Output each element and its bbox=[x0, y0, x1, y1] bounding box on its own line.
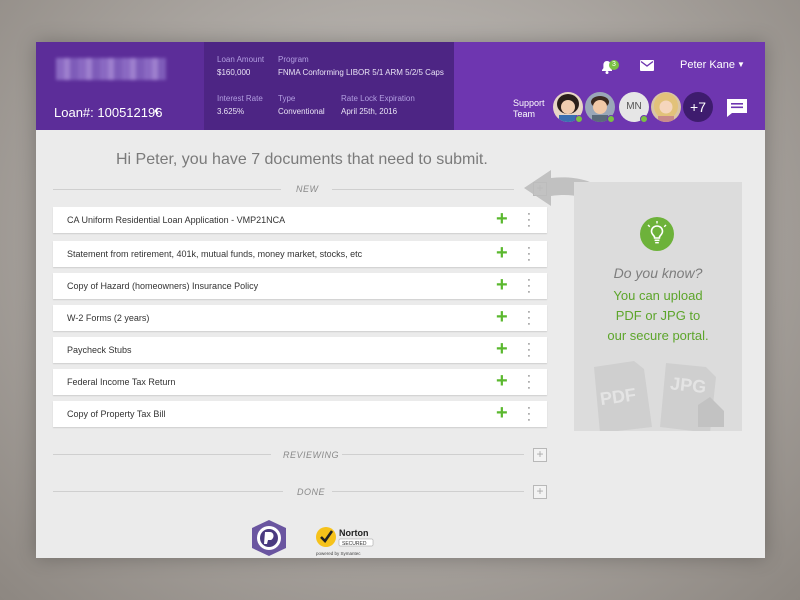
avatar[interactable] bbox=[651, 92, 681, 122]
more-options-icon[interactable]: · · · bbox=[525, 275, 533, 298]
document-title: W-2 Forms (2 years) bbox=[67, 313, 150, 323]
section-label-done: DONE bbox=[297, 487, 326, 497]
loan-number: Loan#: 100512196 bbox=[54, 105, 163, 120]
document-row[interactable]: Paycheck Stubs + · · · bbox=[53, 337, 547, 363]
divider bbox=[53, 454, 271, 455]
norton-secured-text: SECURED bbox=[342, 541, 367, 547]
divider bbox=[332, 189, 514, 190]
online-status-dot bbox=[640, 115, 648, 123]
caret-down-icon[interactable]: ▼ bbox=[737, 60, 745, 69]
add-document-icon[interactable]: + bbox=[496, 338, 508, 360]
document-title: Federal Income Tax Return bbox=[67, 377, 176, 387]
document-row[interactable]: Copy of Property Tax Bill + · · · bbox=[53, 401, 547, 427]
chevron-left-icon[interactable]: ‹ bbox=[154, 102, 159, 120]
type-value: Conventional bbox=[278, 107, 325, 116]
loan-amount-value: $160,000 bbox=[217, 68, 251, 77]
header: Loan#: 100512196 ‹ Loan Amount $160,000 … bbox=[36, 42, 765, 130]
expand-done-button[interactable]: + bbox=[533, 485, 547, 499]
norton-secured-badge: Norton SECURED powered by Symantec bbox=[314, 524, 378, 558]
expand-reviewing-button[interactable]: + bbox=[533, 448, 547, 462]
more-team-members-button[interactable]: +7 bbox=[683, 92, 713, 122]
add-document-icon[interactable]: + bbox=[496, 370, 508, 392]
app-frame: Loan#: 100512196 ‹ Loan Amount $160,000 … bbox=[36, 42, 765, 558]
rate-lock-info: Rate Lock Expiration April 25th, 2016 bbox=[341, 94, 415, 116]
add-document-icon[interactable]: + bbox=[496, 208, 508, 230]
document-title: CA Uniform Residential Loan Application … bbox=[67, 215, 286, 225]
document-row[interactable]: W-2 Forms (2 years) + · · · bbox=[53, 305, 547, 331]
divider bbox=[332, 491, 524, 492]
document-row[interactable]: Statement from retirement, 401k, mutual … bbox=[53, 241, 547, 267]
interest-rate-value: 3.625% bbox=[217, 107, 245, 116]
rate-lock-value: April 25th, 2016 bbox=[341, 107, 398, 116]
type-info: Type Conventional bbox=[278, 94, 325, 116]
more-options-icon[interactable]: · · · bbox=[525, 371, 533, 394]
tip-line: our secure portal. bbox=[607, 328, 709, 343]
program-value: FNMA Conforming LIBOR 5/1 ARM 5/2/5 Caps bbox=[278, 68, 444, 77]
loan-amount-label: Loan Amount bbox=[217, 55, 265, 64]
greeting-message: Hi Peter, you have 7 documents that need… bbox=[116, 151, 488, 168]
document-title: Paycheck Stubs bbox=[67, 345, 132, 355]
more-options-icon[interactable]: · · · bbox=[525, 307, 533, 330]
norton-powered-text: powered by Symantec bbox=[316, 551, 361, 556]
support-team-label: Support Team bbox=[513, 98, 545, 119]
more-options-icon[interactable]: · · · bbox=[525, 209, 533, 232]
document-row[interactable]: Copy of Hazard (homeowners) Insurance Po… bbox=[53, 273, 547, 299]
section-label-new: NEW bbox=[296, 184, 319, 194]
loan-amount-info: Loan Amount $160,000 bbox=[217, 55, 264, 77]
divider bbox=[53, 491, 283, 492]
interest-rate-label: Interest Rate bbox=[217, 94, 263, 103]
tip-line: You can upload bbox=[613, 288, 703, 303]
section-label-reviewing: REVIEWING bbox=[283, 450, 340, 460]
tip-heading: Do you know? bbox=[613, 265, 703, 281]
interest-rate-info: Interest Rate 3.625% bbox=[217, 94, 263, 116]
more-options-icon[interactable]: · · · bbox=[525, 403, 533, 426]
tip-body: You can upload PDF or JPG to our secure … bbox=[574, 286, 742, 346]
type-label: Type bbox=[278, 94, 296, 103]
chat-icon[interactable] bbox=[726, 98, 748, 118]
logo bbox=[56, 58, 166, 80]
lightbulb-icon bbox=[640, 217, 674, 251]
file-types-illustration: PDF JPG bbox=[594, 361, 724, 431]
add-document-icon[interactable]: + bbox=[496, 242, 508, 264]
divider bbox=[53, 189, 281, 190]
brand-block: Loan#: 100512196 ‹ bbox=[36, 42, 204, 130]
loan-info-panel: Loan Amount $160,000 Program FNMA Confor… bbox=[204, 42, 454, 130]
add-document-icon[interactable]: + bbox=[496, 274, 508, 296]
divider bbox=[342, 454, 524, 455]
program-info: Program FNMA Conforming LIBOR 5/1 ARM 5/… bbox=[278, 55, 444, 77]
norton-name: Norton bbox=[339, 528, 369, 538]
more-options-icon[interactable]: · · · bbox=[525, 243, 533, 266]
add-document-icon[interactable]: + bbox=[496, 306, 508, 328]
document-title: Copy of Hazard (homeowners) Insurance Po… bbox=[67, 281, 259, 291]
document-title: Copy of Property Tax Bill bbox=[67, 409, 166, 419]
tip-line: PDF or JPG to bbox=[615, 308, 701, 323]
identity-seal-badge bbox=[252, 520, 286, 556]
mail-icon[interactable] bbox=[640, 60, 654, 71]
online-status-dot bbox=[575, 115, 583, 123]
tip-panel: Do you know? You can upload PDF or JPG t… bbox=[574, 182, 742, 431]
jpg-file-icon: JPG bbox=[669, 373, 707, 397]
document-title: Statement from retirement, 401k, mutual … bbox=[67, 249, 363, 259]
add-document-icon[interactable]: + bbox=[496, 402, 508, 424]
program-label: Program bbox=[278, 55, 309, 64]
document-row[interactable]: Federal Income Tax Return + · · · bbox=[53, 369, 547, 395]
notification-badge: 3 bbox=[609, 60, 619, 70]
more-options-icon[interactable]: · · · bbox=[525, 339, 533, 362]
user-menu[interactable]: Peter Kane bbox=[680, 59, 735, 71]
online-status-dot bbox=[607, 115, 615, 123]
rate-lock-label: Rate Lock Expiration bbox=[341, 94, 415, 103]
document-row[interactable]: CA Uniform Residential Loan Application … bbox=[53, 207, 547, 233]
